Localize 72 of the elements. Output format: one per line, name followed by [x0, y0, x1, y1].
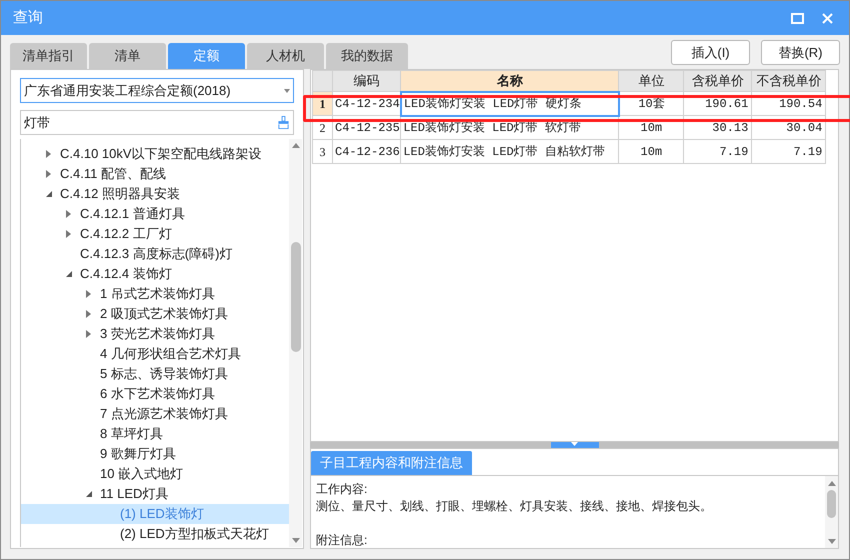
tab[interactable]: 我的数据: [326, 43, 408, 69]
tree-item[interactable]: 4 几何形状组合艺术灯具: [21, 344, 289, 364]
dropdown-arrow-icon[interactable]: [284, 88, 290, 92]
collapsed-arrow-icon[interactable]: [85, 310, 92, 318]
action-button[interactable]: 插入(I): [671, 40, 750, 65]
tab[interactable]: 清单指引: [10, 43, 87, 69]
info-text: 测位、量尺寸、划线、打眼、埋螺栓、灯具安装、接线、接地、焊接包头。: [316, 498, 713, 515]
tree-item[interactable]: 6 水下艺术装饰灯具: [21, 384, 289, 404]
scroll-down-icon[interactable]: [292, 538, 300, 543]
tree-item[interactable]: 1 吊式艺术装饰灯具: [21, 284, 289, 304]
table-cell: 10m: [618, 116, 684, 140]
info-text: 附注信息:: [316, 532, 368, 548]
expanded-arrow-icon[interactable]: [85, 490, 92, 498]
tab[interactable]: 清单: [89, 43, 166, 69]
tree-item[interactable]: C.4.12 照明器具安装: [21, 184, 289, 204]
info-scrollbar[interactable]: [825, 476, 838, 548]
collapsed-arrow-icon[interactable]: [45, 170, 52, 178]
table-cell: C4-12-235: [332, 116, 401, 140]
table-cell: 190.61: [684, 92, 752, 116]
tree-item[interactable]: 3 荧光艺术装饰灯具: [21, 324, 289, 344]
table-cell: 30.04: [752, 116, 826, 140]
table-cell: LED装饰灯安装 LED灯带 自粘软灯带: [400, 140, 619, 164]
tree-item[interactable]: C.4.11 配管、配线: [21, 164, 289, 184]
tree-item[interactable]: 2 吸顶式艺术装饰灯具: [21, 304, 289, 324]
expanded-arrow-icon[interactable]: [65, 270, 72, 278]
tree-item[interactable]: 10 嵌入式地灯: [21, 464, 289, 484]
table-cell: 7.19: [752, 140, 826, 164]
collapsed-arrow-icon[interactable]: [65, 230, 72, 238]
maximize-icon[interactable]: [791, 12, 804, 24]
tree-item[interactable]: 5 标志、诱导装饰灯具: [21, 364, 289, 384]
table-cell: 190.54: [752, 92, 826, 116]
scrollbar-thumb[interactable]: [290, 242, 300, 352]
tree-scrollbar[interactable]: [289, 139, 302, 547]
tree-item[interactable]: 11 LED灯具: [21, 484, 289, 504]
collapsed-arrow-icon[interactable]: [65, 210, 72, 218]
column-header[interactable]: 名称: [400, 70, 619, 92]
collapsed-arrow-icon[interactable]: [85, 290, 92, 298]
column-header[interactable]: 单位: [618, 70, 684, 92]
scrollbar-thumb[interactable]: [827, 490, 836, 518]
scroll-down-icon[interactable]: [828, 539, 836, 544]
search-field[interactable]: 灯带: [20, 110, 294, 135]
table-cell: 7.19: [684, 140, 752, 164]
scroll-up-icon[interactable]: [292, 143, 300, 148]
tree-item[interactable]: 9 歌舞厅灯具: [21, 444, 289, 464]
window-title: 查询: [13, 8, 44, 28]
action-button[interactable]: 替换(R): [761, 40, 840, 65]
tree-item[interactable]: C.4.12.3 高度标志(障碍)灯: [21, 244, 289, 264]
column-header[interactable]: 含税单价: [684, 70, 752, 92]
expanded-arrow-icon[interactable]: [45, 190, 52, 198]
tree-item[interactable]: 8 草坪灯具: [21, 424, 289, 444]
table-cell: 10套: [618, 92, 684, 116]
tree-item[interactable]: C.4.12.1 普通灯具: [21, 204, 289, 224]
tree-item[interactable]: (2) LED方型扣板式天花灯: [21, 524, 289, 544]
tree-item[interactable]: C.4.12.4 装饰灯: [21, 264, 289, 284]
scroll-up-icon[interactable]: [828, 481, 836, 486]
tab[interactable]: 人材机: [247, 43, 324, 69]
column-header[interactable]: 编码: [332, 70, 401, 92]
clear-brush-icon[interactable]: [277, 116, 290, 129]
table-cell: C4-12-236: [332, 140, 401, 164]
splitter-handle[interactable]: [550, 442, 598, 448]
info-text: 工作内容:: [316, 481, 368, 498]
collapsed-arrow-icon[interactable]: [45, 150, 52, 158]
tree-item[interactable]: C.4.10 10kV以下架空配电线路架设: [21, 144, 289, 164]
library-dropdown[interactable]: 广东省通用安装工程综合定额(2018): [20, 78, 294, 103]
column-header[interactable]: 不含税单价: [752, 70, 826, 92]
table-cell: 30.13: [684, 116, 752, 140]
row-number: 3: [312, 140, 332, 164]
table-cell: 10m: [618, 140, 684, 164]
tree-item[interactable]: 7 点光源艺术装饰灯具: [21, 404, 289, 424]
tree-item[interactable]: C.4.12.2 工厂灯: [21, 224, 289, 244]
collapsed-arrow-icon[interactable]: [85, 330, 92, 338]
close-icon[interactable]: [822, 12, 833, 24]
